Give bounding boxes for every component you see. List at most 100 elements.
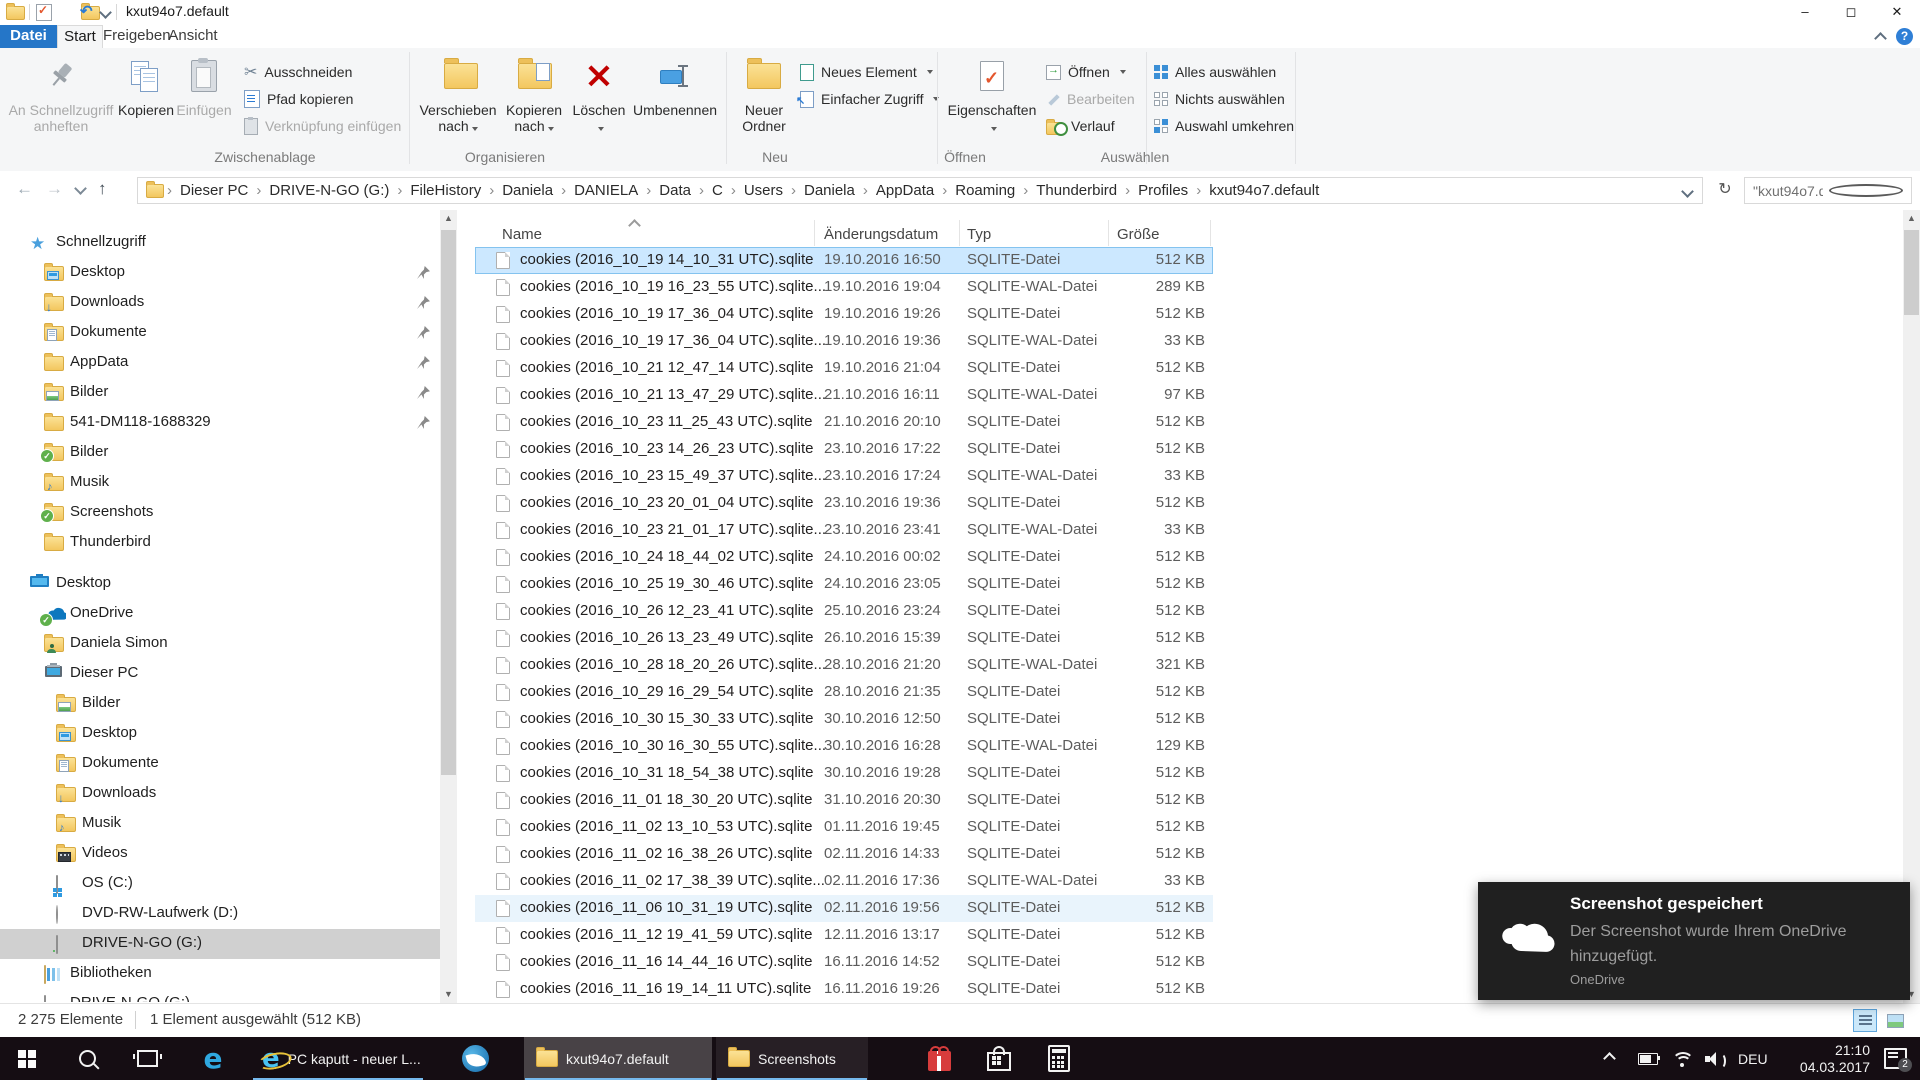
- collapse-ribbon-icon[interactable]: [1874, 32, 1887, 45]
- sidebar-scrollbar[interactable]: ▲ ▼: [440, 210, 457, 1003]
- easy-access-button[interactable]: ↖ Einfacher Zugriff: [796, 87, 940, 111]
- column-separator[interactable]: [1108, 220, 1109, 246]
- ie-window-button[interactable]: e PC kaputt - neuer L...: [252, 1037, 424, 1080]
- breadcrumb-box[interactable]: › Dieser PC › DRIVE-N-GO (G:) › FileHistory › D…: [137, 177, 1703, 204]
- copy-to-button[interactable]: Kopieren nach: [499, 50, 569, 146]
- sidebar-item-desktop[interactable]: Desktop: [0, 719, 440, 749]
- delete-button[interactable]: × Löschen: [571, 50, 627, 146]
- open-button[interactable]: Öffnen: [1046, 60, 1126, 84]
- sidebar-item-bilder[interactable]: Bilder: [0, 378, 440, 408]
- breadcrumb-separator-icon[interactable]: ›: [255, 182, 262, 199]
- thumbnail-view-button[interactable]: [1883, 1009, 1907, 1032]
- calculator-button[interactable]: [1032, 1037, 1086, 1080]
- history-button[interactable]: Verlauf: [1046, 114, 1115, 138]
- sidebar-item-541-dm118-1688329[interactable]: 541-DM118-1688329: [0, 408, 440, 438]
- tab-ansicht[interactable]: Ansicht: [165, 25, 221, 48]
- column-header-size[interactable]: Größe: [1117, 226, 1160, 243]
- file-list-scrollbar-thumb[interactable]: [1904, 230, 1919, 315]
- close-button[interactable]: ✕: [1874, 0, 1920, 25]
- breadcrumb-separator-icon[interactable]: ›: [645, 182, 652, 199]
- tray-expand-button[interactable]: [1603, 1037, 1616, 1080]
- file-row[interactable]: cookies (2016_10_19 17_36_04 UTC).sqlite…: [475, 328, 1213, 355]
- column-separator[interactable]: [1210, 220, 1211, 246]
- column-header-name[interactable]: Name: [502, 226, 542, 243]
- column-separator[interactable]: [814, 220, 815, 246]
- store-button[interactable]: [972, 1037, 1026, 1080]
- sidebar-item-bibliotheken[interactable]: Bibliotheken: [0, 959, 440, 989]
- explorer-window-button[interactable]: kxut94o7.default: [524, 1037, 712, 1080]
- recent-locations-caret-icon[interactable]: [74, 182, 87, 195]
- scroll-up-icon[interactable]: ▲: [440, 210, 457, 227]
- breadcrumb-segment-dieser-pc[interactable]: Dieser PC: [173, 182, 255, 199]
- file-row[interactable]: cookies (2016_10_19 14_10_31 UTC).sqlite…: [475, 247, 1213, 274]
- sidebar-item-drive-n-go-g[interactable]: DRIVE-N-GO (G:): [0, 989, 440, 1002]
- file-row[interactable]: cookies (2016_10_23 15_49_37 UTC).sqlite…: [475, 463, 1213, 490]
- tab-start[interactable]: Start: [57, 25, 103, 48]
- breadcrumb-separator-icon[interactable]: ›: [862, 182, 869, 199]
- file-row[interactable]: cookies (2016_11_02 17_38_39 UTC).sqlite…: [475, 868, 1213, 895]
- file-row[interactable]: cookies (2016_10_19 17_36_04 UTC).sqlite…: [475, 301, 1213, 328]
- properties-quick-icon[interactable]: ✓: [36, 3, 52, 21]
- file-row[interactable]: cookies (2016_10_21 13_47_29 UTC).sqlite…: [475, 382, 1213, 409]
- address-dropdown-caret-icon[interactable]: [1681, 185, 1694, 198]
- cut-button[interactable]: ✂ Ausschneiden: [244, 60, 352, 84]
- breadcrumb-separator-icon[interactable]: ›: [396, 182, 403, 199]
- scroll-up-icon[interactable]: ▲: [1903, 210, 1920, 227]
- sidebar-item-dieser-pc[interactable]: Dieser PC: [0, 659, 440, 689]
- search-input[interactable]: "kxut94o7.default" durchsuchen: [1744, 177, 1912, 204]
- breadcrumb-separator-icon[interactable]: ›: [790, 182, 797, 199]
- breadcrumb-segment-c[interactable]: C: [705, 182, 730, 199]
- column-header-type[interactable]: Typ: [967, 226, 991, 243]
- breadcrumb-separator-icon[interactable]: ›: [730, 182, 737, 199]
- breadcrumb-separator-icon[interactable]: ›: [1195, 182, 1202, 199]
- file-row[interactable]: cookies (2016_10_28 18_20_26 UTC).sqlite…: [475, 652, 1213, 679]
- file-row[interactable]: cookies (2016_10_19 16_23_55 UTC).sqlite…: [475, 274, 1213, 301]
- edge-taskbar-button[interactable]: e: [186, 1037, 240, 1080]
- file-row[interactable]: cookies (2016_11_01 18_30_20 UTC).sqlite…: [475, 787, 1213, 814]
- tab-freigeben[interactable]: Freigeben: [103, 25, 171, 48]
- sidebar-item-downloads[interactable]: ↓ Downloads: [0, 779, 440, 809]
- file-row[interactable]: cookies (2016_10_23 20_01_04 UTC).sqlite…: [475, 490, 1213, 517]
- file-row[interactable]: cookies (2016_11_16 19_14_11 UTC).sqlite…: [475, 976, 1213, 1003]
- sidebar-item-dokumente[interactable]: Dokumente: [0, 749, 440, 779]
- breadcrumb-segment-kxut94o7-default[interactable]: kxut94o7.default: [1202, 182, 1326, 199]
- file-row[interactable]: cookies (2016_11_06 10_31_19 UTC).sqlite…: [475, 895, 1213, 922]
- edit-button[interactable]: Bearbeiten: [1046, 87, 1135, 111]
- rename-button[interactable]: Umbenennen: [629, 50, 721, 146]
- breadcrumb-segment-profiles[interactable]: Profiles: [1131, 182, 1195, 199]
- back-icon[interactable]: ←: [16, 179, 33, 199]
- copy-button[interactable]: Kopieren: [118, 50, 174, 146]
- wifi-status[interactable]: [1672, 1037, 1694, 1080]
- sidebar-item-thunderbird[interactable]: Thunderbird: [0, 528, 440, 558]
- sidebar-item-drive-n-go-g[interactable]: DRIVE-N-GO (G:): [0, 929, 440, 959]
- breadcrumb-separator-icon[interactable]: ›: [698, 182, 705, 199]
- gift-app-button[interactable]: [912, 1037, 966, 1080]
- search-taskbar-button[interactable]: [60, 1037, 114, 1080]
- file-row[interactable]: cookies (2016_10_26 12_23_41 UTC).sqlite…: [475, 598, 1213, 625]
- pin-to-quick-access-button[interactable]: An Schnellzugriff anheften: [6, 50, 116, 146]
- breadcrumb-separator-icon[interactable]: ›: [1124, 182, 1131, 199]
- file-row[interactable]: cookies (2016_10_21 12_47_14 UTC).sqlite…: [475, 355, 1213, 382]
- thunderbird-taskbar-button[interactable]: [448, 1037, 502, 1080]
- scroll-down-icon[interactable]: ▼: [440, 986, 457, 1003]
- breadcrumb-segment-daniela[interactable]: Daniela: [797, 182, 862, 199]
- start-button[interactable]: [0, 1037, 54, 1080]
- help-icon[interactable]: ?: [1896, 28, 1913, 45]
- file-row[interactable]: cookies (2016_10_26 13_23_49 UTC).sqlite…: [475, 625, 1213, 652]
- paste-shortcut-button[interactable]: Verknüpfung einfügen: [244, 114, 401, 138]
- quick-access-toolbar-caret-icon[interactable]: [99, 6, 112, 19]
- sidebar-item-screenshots[interactable]: ✓ Screenshots: [0, 498, 440, 528]
- move-to-button[interactable]: ← Verschiebennach: [418, 50, 498, 146]
- breadcrumb-separator-icon[interactable]: ›: [560, 182, 567, 199]
- tab-datei[interactable]: Datei: [0, 25, 57, 48]
- breadcrumb-segment-data[interactable]: Data: [652, 182, 698, 199]
- file-row[interactable]: cookies (2016_10_30 15_30_33 UTC).sqlite…: [475, 706, 1213, 733]
- volume-status[interactable]: [1705, 1037, 1726, 1080]
- file-row[interactable]: cookies (2016_10_23 14_26_23 UTC).sqlite…: [475, 436, 1213, 463]
- battery-status[interactable]: [1638, 1037, 1660, 1080]
- file-row[interactable]: cookies (2016_10_23 11_25_43 UTC).sqlite…: [475, 409, 1213, 436]
- file-row[interactable]: cookies (2016_10_23 21_01_17 UTC).sqlite…: [475, 517, 1213, 544]
- breadcrumb-separator-icon[interactable]: ›: [488, 182, 495, 199]
- sidebar-item-bilder[interactable]: ✓ Bilder: [0, 438, 440, 468]
- sidebar-item-bilder[interactable]: Bilder: [0, 689, 440, 719]
